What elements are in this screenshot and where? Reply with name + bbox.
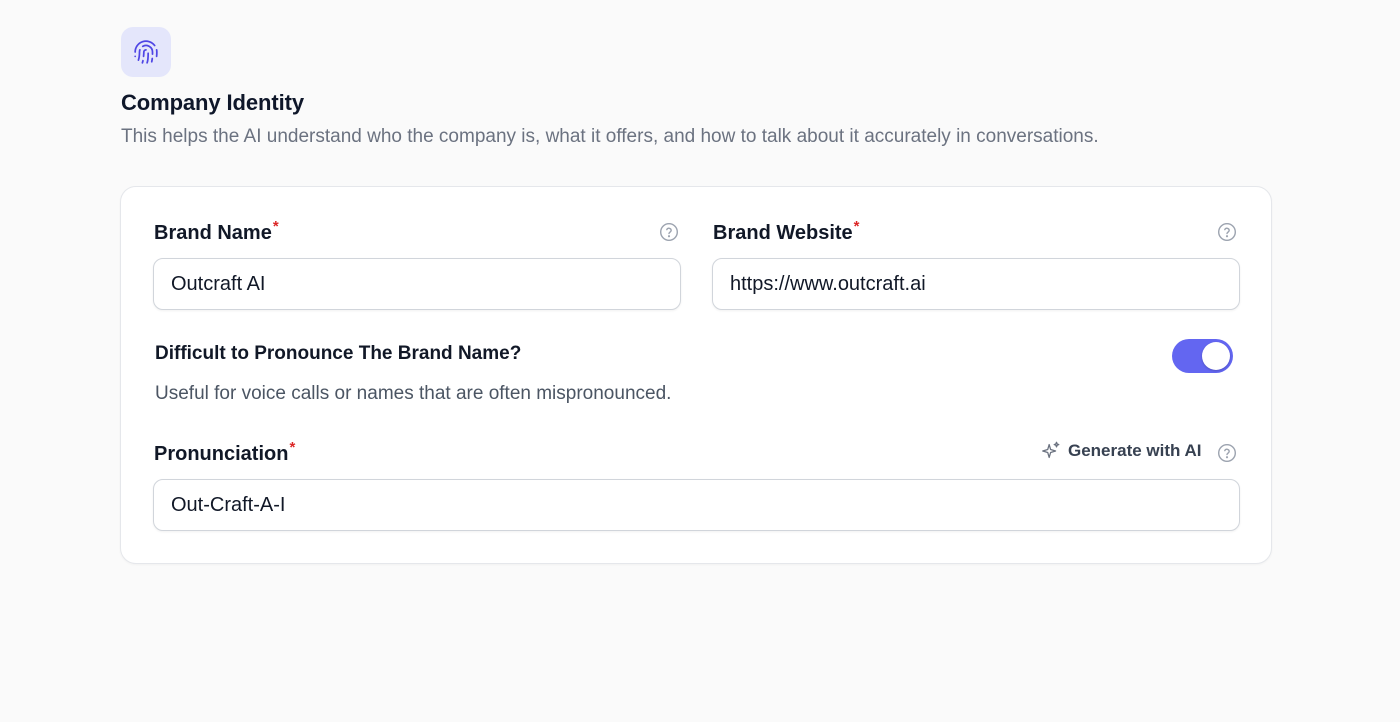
pronounce-toggle-label: Difficult to Pronounce The Brand Name? [155,343,522,364]
pronunciation-label-text: Pronunciation [154,443,289,465]
sparkle-icon [1042,441,1060,459]
fingerprint-icon [134,40,158,64]
required-mark: * [853,218,860,235]
help-circle-icon[interactable] [1217,222,1237,242]
pronounce-toggle-description: Useful for voice calls or names that are… [155,383,672,404]
brand-website-input[interactable] [712,258,1240,310]
generate-with-ai-label: Generate with AI [1068,441,1202,460]
required-mark: * [272,218,279,235]
brand-name-input[interactable] [153,258,681,310]
company-identity-card: Brand Name* Brand Website* Difficult to … [120,186,1272,564]
section-description: This helps the AI understand who the com… [121,126,1099,147]
page: Company Identity This helps the AI under… [0,0,1400,722]
help-circle-icon[interactable] [1217,443,1237,463]
generate-with-ai-button[interactable]: Generate with AI [1040,440,1202,462]
help-circle-icon[interactable] [659,222,679,242]
section-title: Company Identity [121,90,304,115]
brand-website-label-text: Brand Website [713,222,853,244]
brand-website-label: Brand Website* [713,218,860,245]
pronounce-toggle[interactable] [1172,339,1233,373]
required-mark: * [289,439,296,456]
brand-name-label-text: Brand Name [154,222,272,244]
toggle-knob [1202,342,1230,370]
pronunciation-input[interactable] [153,479,1240,531]
fingerprint-icon-badge [121,27,171,77]
brand-name-label: Brand Name* [154,218,279,245]
pronunciation-label: Pronunciation* [154,439,295,466]
